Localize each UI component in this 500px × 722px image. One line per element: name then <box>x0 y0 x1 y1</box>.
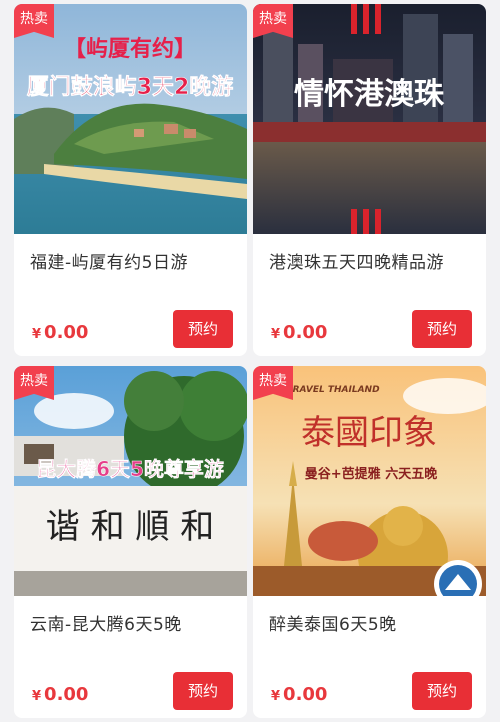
price-value: 0.00 <box>44 684 89 705</box>
product-price: ¥0.00 <box>32 684 88 705</box>
currency-symbol: ¥ <box>271 327 281 342</box>
image-caption-secondary: 厦门鼓浪屿3天2晚游 <box>27 74 234 100</box>
product-image-yunnan[interactable]: 昆大腾6天5晚尊享游 谐 和 順 和 <box>14 366 247 596</box>
image-caption: 情怀港澳珠 <box>294 77 445 112</box>
product-title[interactable]: 福建-屿厦有约5日游 <box>30 248 240 273</box>
product-card[interactable]: 情怀港澳珠 热卖 港澳珠五天四晚精品游 ¥0.00 预约 <box>253 4 486 356</box>
product-image-thailand[interactable]: TRAVEL THAILAND 泰國印象 曼谷+芭提雅 六天五晚 <box>253 366 486 596</box>
product-card[interactable]: TRAVEL THAILAND 泰國印象 曼谷+芭提雅 六天五晚 热卖 醉美泰国… <box>253 366 486 718</box>
product-title[interactable]: 港澳珠五天四晚精品游 <box>269 248 479 273</box>
book-button[interactable]: 预约 <box>173 310 233 348</box>
product-price: ¥0.00 <box>271 322 327 343</box>
product-title[interactable]: 醉美泰国6天5晚 <box>269 610 479 635</box>
currency-symbol: ¥ <box>271 689 281 704</box>
product-price: ¥0.00 <box>271 684 327 705</box>
image-caption-tertiary: TRAVEL THAILAND <box>286 385 380 395</box>
image-caption-secondary: 谐 和 順 和 <box>46 507 214 547</box>
book-button[interactable]: 预约 <box>173 672 233 710</box>
image-caption-secondary: 曼谷+芭提雅 六天五晚 <box>305 466 437 482</box>
price-value: 0.00 <box>283 322 328 343</box>
image-caption: 【屿厦有约】 <box>64 36 196 62</box>
price-value: 0.00 <box>44 322 89 343</box>
currency-symbol: ¥ <box>32 689 42 704</box>
image-caption: 泰國印象 <box>301 413 437 453</box>
product-image-hk-macau[interactable]: 情怀港澳珠 <box>253 4 486 234</box>
price-value: 0.00 <box>283 684 328 705</box>
product-title[interactable]: 云南-昆大腾6天5晚 <box>30 610 240 635</box>
currency-symbol: ¥ <box>32 327 42 342</box>
image-caption: 昆大腾6天5晚尊享游 <box>36 457 224 481</box>
product-card[interactable]: 【屿厦有约】 厦门鼓浪屿3天2晚游 热卖 福建-屿厦有约5日游 ¥0.00 预约 <box>14 4 247 356</box>
product-image-xiamen[interactable]: 【屿厦有约】 厦门鼓浪屿3天2晚游 <box>14 4 247 234</box>
product-price: ¥0.00 <box>32 322 88 343</box>
product-card[interactable]: 昆大腾6天5晚尊享游 谐 和 順 和 热卖 云南-昆大腾6天5晚 ¥0.00 预… <box>14 366 247 718</box>
book-button[interactable]: 预约 <box>412 672 472 710</box>
book-button[interactable]: 预约 <box>412 310 472 348</box>
